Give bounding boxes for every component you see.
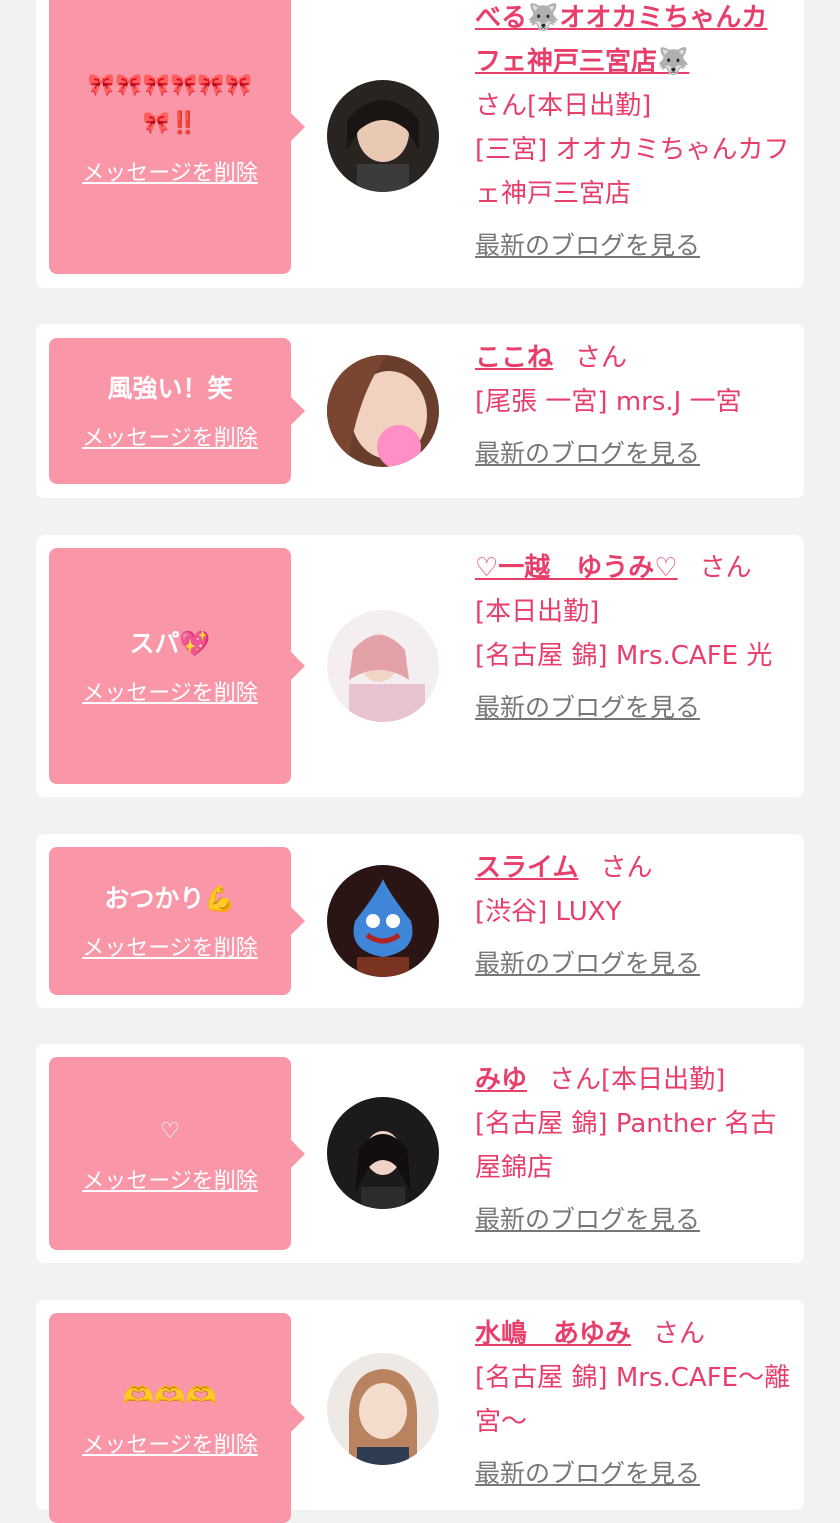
card-info: スライム さん [渋谷] LUXY 最新のブログを見る (475, 846, 793, 986)
status-label: [本日出勤] (475, 597, 600, 627)
san-status: さん (600, 853, 653, 883)
shop-label: [名古屋 錦] Mrs.CAFE〜離宮〜 (475, 1363, 791, 1437)
message-text: 風強い！笑 (107, 374, 233, 403)
message-text: スパ💖 (129, 629, 211, 658)
message-card: ♡ メッセージを削除 みゆ さん[本日出勤] [名古屋 錦] Panther 名古… (36, 1044, 804, 1263)
latest-blog-link[interactable]: 最新のブログを見る (475, 686, 793, 730)
user-photo-icon (327, 865, 439, 977)
shop-label: [尾張 一宮] mrs.J 一宮 (475, 387, 742, 417)
san-status: さん (575, 343, 628, 373)
profile-name-link[interactable]: べる🐺オオカミちゃんカフェ神戸三宮店🐺 (475, 3, 767, 77)
card-info: べる🐺オオカミちゃんカフェ神戸三宮店🐺 さん[本日出勤] [三宮] オオカミちゃ… (475, 0, 793, 268)
avatar[interactable] (327, 610, 439, 722)
delete-message-link[interactable]: メッセージを削除 (82, 1163, 258, 1195)
avatar[interactable] (327, 355, 439, 467)
delete-message-link[interactable]: メッセージを削除 (82, 675, 258, 707)
message-text: ♡ (160, 1118, 180, 1144)
message-card: 🎀🎀🎀🎀🎀🎀🎀‼️ メッセージを削除 べる🐺オオカミちゃんカフェ神戸三宮店🐺 さ… (36, 0, 804, 288)
shop-label: [三宮] オオカミちゃんカフェ神戸三宮店 (475, 135, 790, 209)
message-text: 🎀🎀🎀🎀🎀🎀🎀‼️ (87, 73, 253, 136)
latest-blog-link[interactable]: 最新のブログを見る (475, 1452, 793, 1496)
user-photo-icon (327, 1097, 439, 1209)
card-info: ♡一越 ゆうみ♡ さん [本日出勤] [名古屋 錦] Mrs.CAFE 光 最新の… (475, 546, 793, 730)
message-card: スパ💖 メッセージを削除 ♡一越 ゆうみ♡ さん [本日出勤] [名古屋 錦] M… (36, 535, 804, 797)
avatar[interactable] (327, 80, 439, 192)
san-status: さん (653, 1319, 706, 1349)
profile-name-link[interactable]: みゆ (475, 1065, 527, 1095)
message-card: おつかり💪 メッセージを削除 スライム さん [渋谷] LUXY 最新のブログを見… (36, 834, 804, 1008)
latest-blog-link[interactable]: 最新のブログを見る (475, 1198, 793, 1242)
card-info: ここね さん [尾張 一宮] mrs.J 一宮 最新のブログを見る (475, 336, 793, 476)
shop-label: [名古屋 錦] Panther 名古屋錦店 (475, 1109, 777, 1183)
profile-name-link[interactable]: 水嶋 あゆみ (475, 1319, 631, 1349)
message-text: おつかり💪 (104, 884, 236, 913)
avatar[interactable] (327, 1097, 439, 1209)
san-status: さん (699, 553, 752, 583)
message-bubble: 風強い！笑 メッセージを削除 (49, 338, 305, 484)
message-bubble: 🎀🎀🎀🎀🎀🎀🎀‼️ メッセージを削除 (49, 0, 305, 274)
delete-message-link[interactable]: メッセージを削除 (82, 930, 258, 962)
avatar[interactable] (327, 865, 439, 977)
san-status: さん[本日出勤] (549, 1065, 726, 1095)
latest-blog-link[interactable]: 最新のブログを見る (475, 942, 793, 986)
user-photo-icon (327, 1353, 439, 1465)
message-card: 🫶🫶🫶 メッセージを削除 水嶋 あゆみ さん [名古屋 錦] Mrs.CAFE〜離… (36, 1300, 804, 1523)
profile-name-link[interactable]: ここね (475, 343, 553, 373)
avatar[interactable] (327, 1353, 439, 1465)
message-bubble: スパ💖 メッセージを削除 (49, 548, 305, 784)
user-photo-icon (327, 80, 439, 192)
user-photo-icon (327, 610, 439, 722)
user-photo-icon (327, 355, 439, 467)
message-bubble: おつかり💪 メッセージを削除 (49, 847, 305, 995)
card-info: 水嶋 あゆみ さん [名古屋 錦] Mrs.CAFE〜離宮〜 最新のブログを見る (475, 1312, 793, 1496)
shop-label: [名古屋 錦] Mrs.CAFE 光 (475, 641, 773, 671)
message-text: 🫶🫶🫶 (123, 1381, 217, 1410)
san-status: さん[本日出勤] (475, 91, 652, 121)
message-bubble: ♡ メッセージを削除 (49, 1057, 305, 1250)
card-info: みゆ さん[本日出勤] [名古屋 錦] Panther 名古屋錦店 最新のブログを… (475, 1058, 793, 1242)
delete-message-link[interactable]: メッセージを削除 (82, 155, 258, 187)
profile-name-link[interactable]: スライム (475, 853, 578, 883)
delete-message-link[interactable]: メッセージを削除 (82, 1427, 258, 1459)
delete-message-link[interactable]: メッセージを削除 (82, 420, 258, 452)
latest-blog-link[interactable]: 最新のブログを見る (475, 432, 793, 476)
message-card: 風強い！笑 メッセージを削除 ここね さん [尾張 一宮] mrs.J 一宮 最新… (36, 324, 804, 498)
profile-name-link[interactable]: ♡一越 ゆうみ♡ (475, 553, 678, 583)
shop-label: [渋谷] LUXY (475, 897, 622, 927)
latest-blog-link[interactable]: 最新のブログを見る (475, 224, 793, 268)
